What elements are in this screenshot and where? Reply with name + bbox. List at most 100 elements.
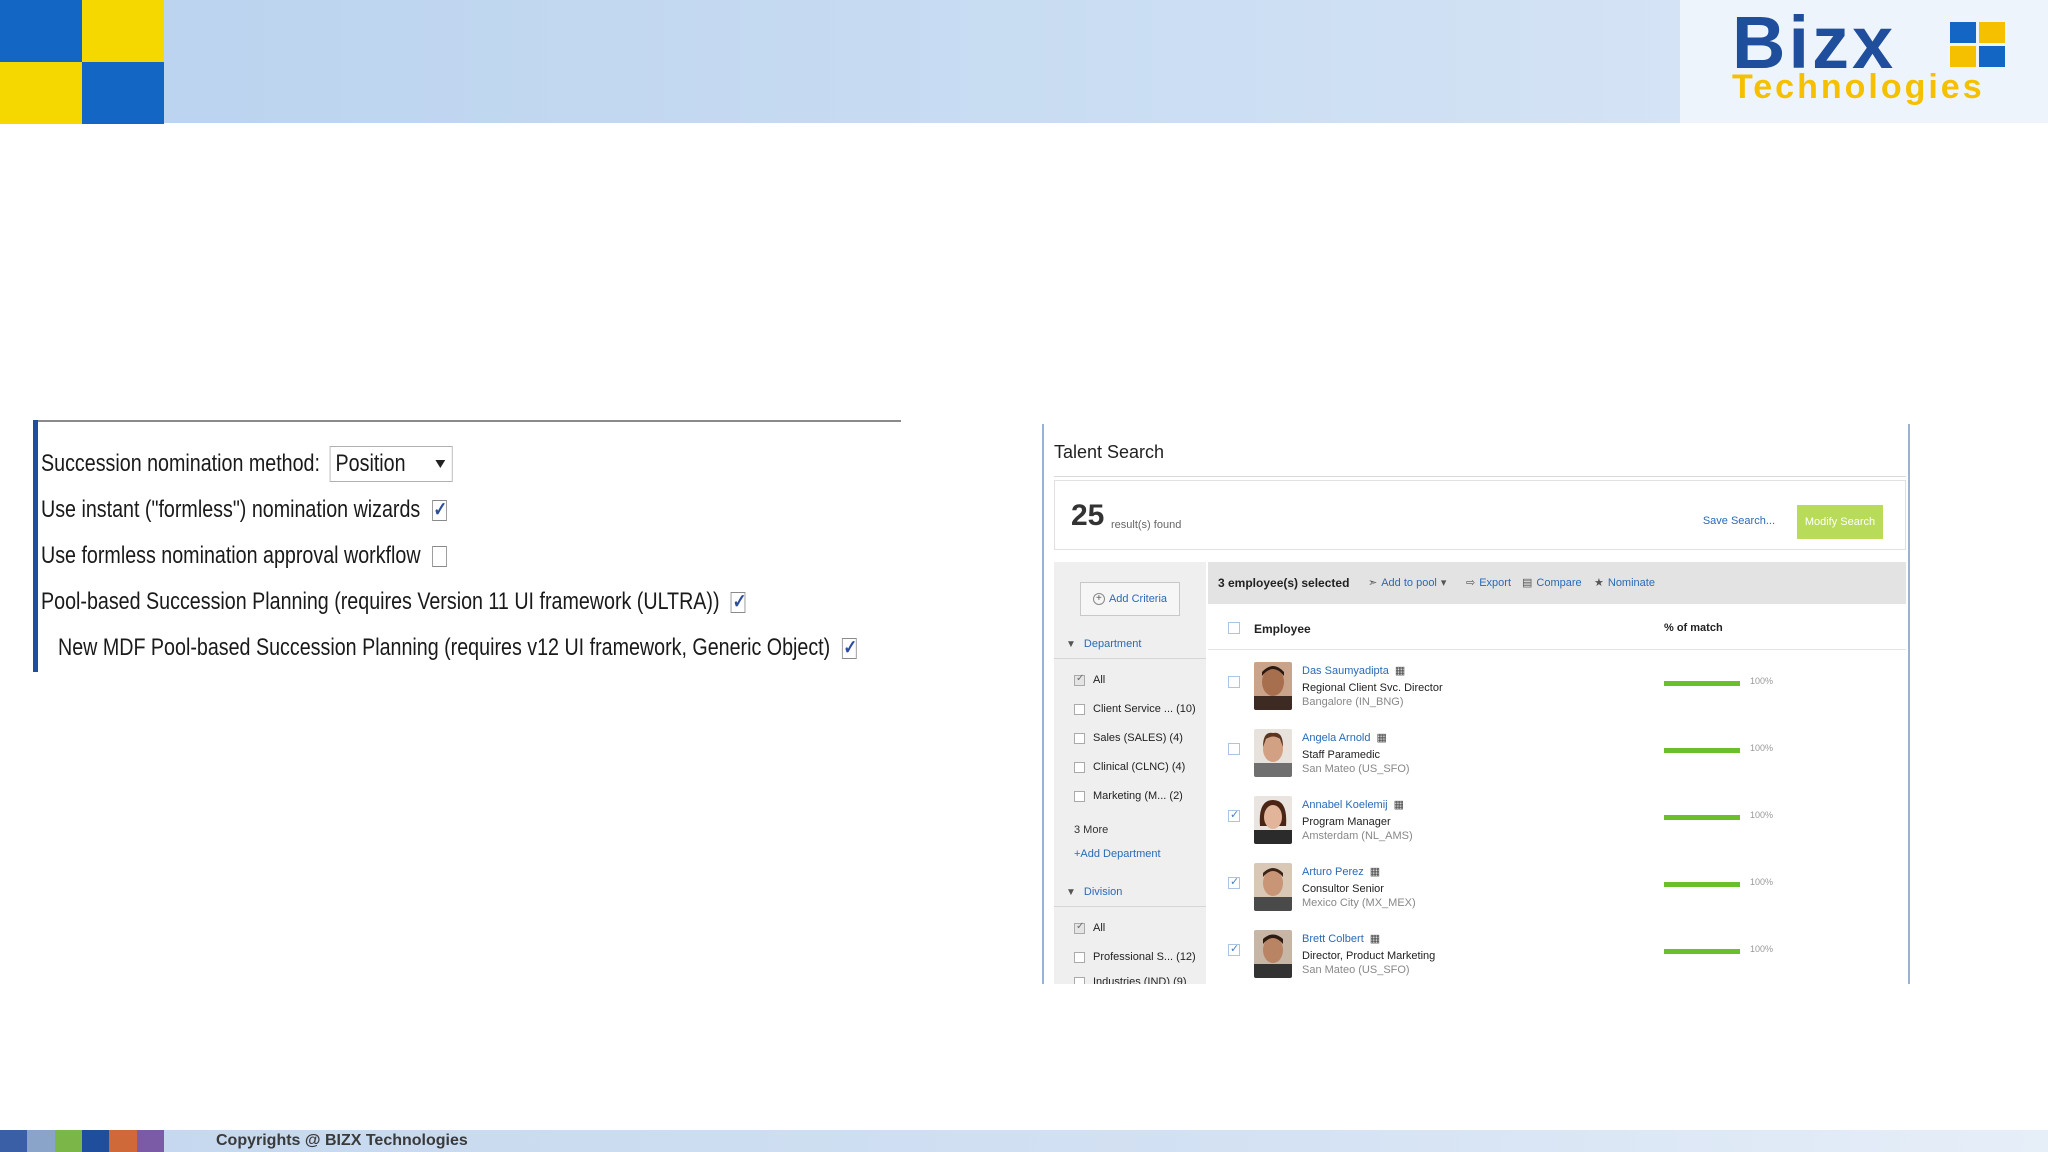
division-section-header[interactable]: ▼ Division (1066, 886, 1122, 898)
brand-mark-icon (1950, 22, 2006, 68)
export-button[interactable]: ⇨ Export (1466, 576, 1512, 590)
filter-checkbox[interactable] (1074, 732, 1085, 744)
employee-name-link[interactable]: Das Saumyadipta ▦ (1302, 664, 1405, 678)
division-filter-industries[interactable]: Industries (IND) (9) (1074, 976, 1187, 984)
instant-nomination-checkbox[interactable] (431, 497, 447, 522)
employee-title: Regional Client Svc. Director (1302, 682, 1443, 694)
instant-nomination-row: Use instant ("formless") nomination wiza… (41, 496, 447, 524)
column-match: % of match (1664, 622, 1723, 634)
formless-approval-checkbox[interactable] (432, 545, 447, 567)
nomination-method-select[interactable]: Position (329, 446, 453, 482)
employee-title: Consultor Senior (1302, 883, 1384, 895)
nomination-method-value: Position (335, 450, 406, 477)
employee-title: Staff Paramedic (1302, 749, 1381, 761)
filter-label: All (1093, 674, 1106, 686)
employee-title: Director, Product Marketing (1302, 950, 1436, 962)
results-toolbar: 3 employee(s) selected ➣ Add to pool ▾ ⇨… (1208, 562, 1906, 604)
department-filter-clinical[interactable]: Clinical (CLNC) (4) (1074, 761, 1185, 773)
department-filter-sales[interactable]: Sales (SALES) (4) (1074, 732, 1183, 744)
formless-approval-label: Use formless nomination approval workflo… (41, 542, 421, 569)
match-bar (1664, 949, 1740, 954)
compare-chart-icon: ▤ (1522, 577, 1533, 589)
logo-squares (0, 0, 164, 124)
filter-checkbox[interactable] (1074, 951, 1085, 963)
mdf-pool-succession-label: New MDF Pool-based Succession Planning (… (58, 634, 831, 661)
logo-square-blue-tl (0, 0, 82, 62)
match-bar (1664, 748, 1740, 753)
add-department-link[interactable]: +Add Department (1074, 848, 1161, 860)
division-rule (1054, 906, 1206, 907)
mdf-pool-succession-row: New MDF Pool-based Succession Planning (… (58, 634, 857, 662)
filter-checkbox[interactable] (1074, 976, 1085, 984)
match-bar (1664, 815, 1740, 820)
chevron-down-icon: ▾ (1440, 577, 1447, 589)
vcard-icon[interactable]: ▦ (1370, 932, 1380, 945)
row-checkbox[interactable] (1228, 743, 1240, 755)
export-label: Export (1479, 576, 1512, 589)
division-filter-all[interactable]: All (1074, 921, 1106, 934)
pool-succession-row: Pool-based Succession Planning (requires… (41, 588, 746, 616)
table-row: Arturo Perez ▦ Consultor Senior Mexico C… (1208, 863, 1906, 929)
employee-title: Program Manager (1302, 816, 1391, 828)
chevron-down-icon: ▼ (1066, 886, 1076, 898)
chevron-down-icon (435, 460, 446, 468)
filter-label: Professional S... (12) (1093, 951, 1196, 963)
footer-color-strip (0, 1130, 164, 1152)
employee-name: Das Saumyadipta (1302, 664, 1389, 677)
employee-name-link[interactable]: Arturo Perez ▦ (1302, 865, 1380, 879)
employee-name-link[interactable]: Angela Arnold ▦ (1302, 731, 1387, 745)
row-checkbox[interactable] (1228, 875, 1240, 889)
department-filter-all[interactable]: All (1074, 673, 1106, 686)
add-to-pool-label: Add to pool (1381, 576, 1437, 589)
footer-bar: Copyrights @ BIZX Technologies (0, 1130, 2048, 1152)
logo-square-yellow-tr (82, 0, 164, 62)
filter-checkbox[interactable] (1074, 703, 1085, 715)
mdf-pool-succession-checkbox[interactable] (841, 635, 857, 660)
modify-search-button[interactable]: Modify Search (1797, 505, 1883, 539)
logo-square-yellow-bl (0, 62, 82, 124)
match-bar (1664, 681, 1740, 686)
row-checkbox[interactable] (1228, 942, 1240, 956)
succession-settings-panel: Succession nomination method: Position U… (33, 420, 901, 672)
row-checkbox[interactable] (1228, 808, 1240, 822)
pool-succession-checkbox[interactable] (731, 589, 746, 614)
vcard-icon[interactable]: ▦ (1395, 664, 1405, 677)
filter-checkbox[interactable] (1074, 761, 1085, 773)
employee-name-link[interactable]: Brett Colbert ▦ (1302, 932, 1380, 946)
add-to-pool-button[interactable]: ➣ Add to pool ▾ (1368, 576, 1447, 590)
department-more-link[interactable]: 3 More (1074, 824, 1108, 836)
vcard-icon[interactable]: ▦ (1370, 865, 1380, 878)
select-all-checkbox[interactable] (1228, 622, 1240, 634)
nominate-button[interactable]: ★ Nominate (1594, 576, 1655, 590)
filter-checkbox[interactable] (1074, 921, 1085, 934)
title-rule (1054, 476, 1906, 477)
filter-label: All (1093, 922, 1106, 934)
add-criteria-button[interactable]: + Add Criteria (1080, 582, 1180, 616)
employee-name: Annabel Koelemij (1302, 798, 1388, 811)
results-summary: 25 result(s) found Save Search... Modify… (1054, 480, 1906, 550)
avatar (1254, 796, 1292, 844)
match-percent: 100% (1750, 743, 1774, 753)
add-criteria-label: Add Criteria (1108, 593, 1168, 605)
department-rule (1054, 658, 1206, 659)
table-row: Brett Colbert ▦ Director, Product Market… (1208, 930, 1906, 984)
compare-button[interactable]: ▤ Compare (1522, 576, 1582, 590)
row-checkbox[interactable] (1228, 676, 1240, 688)
add-to-pool-icon: ➣ (1368, 577, 1378, 589)
formless-approval-row: Use formless nomination approval workflo… (41, 542, 447, 570)
save-search-link[interactable]: Save Search... (1703, 515, 1775, 527)
employee-name-link[interactable]: Annabel Koelemij ▦ (1302, 798, 1404, 812)
filter-checkbox[interactable] (1074, 790, 1085, 802)
department-filter-marketing[interactable]: Marketing (M... (2) (1074, 790, 1183, 802)
division-filter-professional[interactable]: Professional S... (12) (1074, 951, 1196, 963)
filter-checkbox[interactable] (1074, 673, 1085, 686)
department-filter-client-service[interactable]: Client Service ... (10) (1074, 703, 1196, 715)
vcard-icon[interactable]: ▦ (1394, 798, 1404, 811)
result-label: result(s) found (1111, 519, 1182, 531)
compare-label: Compare (1536, 576, 1582, 589)
pool-succession-label: Pool-based Succession Planning (requires… (41, 588, 720, 615)
department-section-header[interactable]: ▼ Department (1066, 638, 1141, 650)
filter-label: Marketing (M... (2) (1093, 790, 1183, 802)
filter-label: Clinical (CLNC) (4) (1093, 761, 1186, 773)
vcard-icon[interactable]: ▦ (1377, 731, 1387, 744)
